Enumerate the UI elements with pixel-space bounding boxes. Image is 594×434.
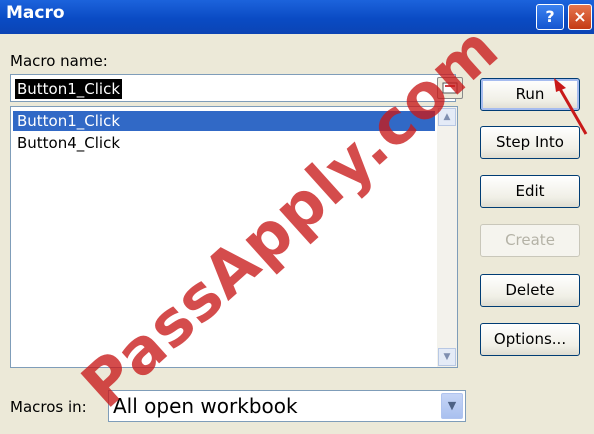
- vertical-scrollbar[interactable]: ▲ ▼: [437, 107, 457, 367]
- window-title: Macro: [6, 3, 65, 23]
- collapse-dialog-button[interactable]: [437, 77, 463, 99]
- help-button[interactable]: ?: [536, 4, 564, 30]
- delete-button[interactable]: Delete: [480, 274, 580, 307]
- macro-name-value: Button1_Click: [15, 79, 123, 99]
- list-item[interactable]: Button4_Click: [13, 133, 435, 153]
- list-item[interactable]: Button1_Click: [13, 111, 435, 131]
- macros-in-label: Macros in:: [10, 398, 87, 416]
- scroll-down-icon[interactable]: ▼: [438, 348, 456, 366]
- scroll-up-icon[interactable]: ▲: [438, 108, 456, 126]
- options-button[interactable]: Options...: [480, 323, 580, 356]
- close-button[interactable]: ×: [568, 4, 592, 30]
- macro-list[interactable]: Button1_Click Button4_Click ▲ ▼: [10, 106, 458, 368]
- macro-dialog: Macro ? × Macro name: Button1_Click Butt…: [0, 0, 594, 434]
- macro-name-input[interactable]: Button1_Click: [10, 74, 463, 102]
- red-arrow-icon: [554, 78, 588, 135]
- collapse-dialog-icon: [442, 82, 458, 94]
- title-bar[interactable]: Macro ? ×: [0, 0, 594, 34]
- macro-name-label: Macro name:: [10, 52, 108, 70]
- chevron-down-icon[interactable]: ▼: [441, 393, 463, 419]
- edit-button[interactable]: Edit: [480, 175, 580, 208]
- create-button[interactable]: Create: [480, 224, 580, 257]
- macros-in-select[interactable]: All open workbook ▼: [108, 390, 466, 422]
- macros-in-value: All open workbook: [113, 394, 298, 418]
